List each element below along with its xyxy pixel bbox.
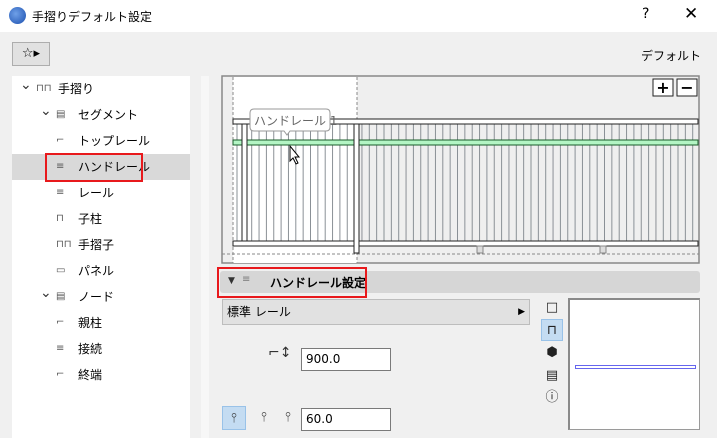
chevron-right-icon: ▶ <box>518 307 525 317</box>
post-icon: ⊓ <box>56 213 64 224</box>
tree-panel: ⌄ ⊓⊓ 手摺り ⌄ ▤ セグメント ⌐ トップレール ≡ ハンドレール ≡ レール ⊓ 子柱 ⊓⊓ 手摺子 ▭… <box>12 76 190 438</box>
tooltip-text: ハンドレール 1 <box>254 114 337 128</box>
segment-icon: ▤ <box>56 109 66 120</box>
splitter[interactable] <box>201 76 209 438</box>
tree-item-label: 手摺り <box>58 82 95 96</box>
favorites-button[interactable]: ☆▸ <box>12 42 50 66</box>
anchor-left-button[interactable]: ⫯ <box>252 406 276 430</box>
main-post-icon: ⌐ <box>56 317 65 328</box>
tree-item-label: パネル <box>78 264 115 278</box>
anchor-right-button[interactable]: ⫯ <box>276 406 300 430</box>
offset-input[interactable]: 60.0 <box>301 408 391 431</box>
default-label: デフォルト <box>640 49 701 63</box>
section-highlight-box <box>217 267 367 298</box>
tree-item[interactable]: ⊓⊓ 手摺子 <box>12 232 190 258</box>
panel-icon: ▭ <box>56 265 66 276</box>
profile-preview <box>568 298 700 430</box>
tree-item[interactable]: ⌄ ▤ ノード <box>12 284 190 310</box>
post <box>353 123 360 254</box>
svg-text:−: − <box>680 78 693 97</box>
plan-view-icon[interactable]: □ <box>541 297 563 319</box>
chevron-down-icon[interactable]: ⌄ <box>40 280 52 306</box>
tree-item[interactable]: ⌐ 終端 <box>12 362 190 388</box>
help-button[interactable]: ? <box>642 6 649 22</box>
3d-view-icon[interactable]: ⬢ <box>541 342 563 364</box>
tree-item-label: 終端 <box>78 368 103 382</box>
connection-icon: ≡ <box>56 343 65 354</box>
height-input[interactable]: 900.0 <box>301 348 391 371</box>
tree-item[interactable]: ⊓ 子柱 <box>12 206 190 232</box>
baluster-icon: ⊓⊓ <box>56 239 72 250</box>
rail-icon: ≡ <box>56 187 65 198</box>
profile-value: 標準 レール <box>227 305 291 319</box>
zoom-in-button[interactable]: + <box>652 78 674 97</box>
top-rail-icon: ⌐ <box>56 135 65 146</box>
node-icon: ▤ <box>56 291 66 302</box>
app-logo-icon <box>9 7 26 24</box>
tree-item[interactable]: ▭ パネル <box>12 258 190 284</box>
close-button[interactable]: ✕ <box>684 4 698 24</box>
bottom-rail <box>232 240 699 247</box>
chevron-down-icon[interactable]: ⌄ <box>40 98 52 124</box>
elevation-view-icon[interactable]: ▤ <box>541 365 563 387</box>
svg-text:+: + <box>656 78 669 97</box>
tree-item[interactable]: ⌐ 親柱 <box>12 310 190 336</box>
post <box>241 123 248 242</box>
chevron-down-icon[interactable]: ⌄ <box>20 72 32 98</box>
profile-dropdown[interactable]: 標準 レール ▶ <box>222 299 530 325</box>
tree-item-label: ノード <box>78 290 115 304</box>
height-icon: ⌐↕ <box>268 345 292 361</box>
post <box>476 245 484 254</box>
selection-highlight-box <box>45 153 143 182</box>
railing-preview[interactable]: ハンドレール 1 + − <box>215 70 715 270</box>
tree-item-label: レール <box>78 186 115 200</box>
info-icon[interactable]: ⓘ <box>541 387 563 409</box>
tree-item[interactable]: ≡ レール <box>12 180 190 206</box>
tree-item-label: トップレール <box>78 134 151 148</box>
section-view-icon[interactable]: ⊓ <box>541 319 563 341</box>
tree-item[interactable]: ⌄ ⊓⊓ 手摺り <box>12 76 190 102</box>
anchor-center-button[interactable]: ⫯ <box>222 406 246 430</box>
window-title: 手摺りデフォルト設定 <box>32 10 153 24</box>
tree-item-label: 手摺子 <box>78 238 115 252</box>
tree-item-label: 子柱 <box>78 212 103 226</box>
railing-star-icon: ☆▸ <box>21 46 41 61</box>
handrail-1 <box>232 139 699 146</box>
title-bar: 手摺りデフォルト設定 ? ✕ <box>0 0 717 32</box>
tree-item-label: セグメント <box>78 108 139 122</box>
zoom-out-button[interactable]: − <box>676 78 698 97</box>
rail-profile-line <box>575 365 696 369</box>
tree-item-label: 接続 <box>78 342 103 356</box>
end-icon: ⌐ <box>56 369 65 380</box>
tree-item[interactable]: ⌄ ▤ セグメント <box>12 102 190 128</box>
tree-item-label: 親柱 <box>78 316 103 330</box>
tree-item[interactable]: ⌐ トップレール <box>12 128 190 154</box>
post <box>599 245 607 254</box>
railing-icon: ⊓⊓ <box>36 83 52 94</box>
tree-item[interactable]: ≡ 接続 <box>12 336 190 362</box>
